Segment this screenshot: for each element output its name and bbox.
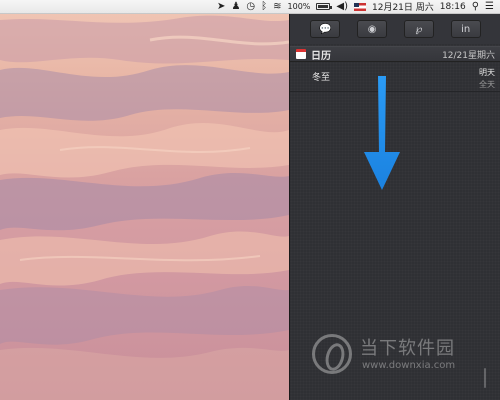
menubar-date[interactable]: 12月21日 周六 — [372, 0, 434, 14]
share-buttons-bar: 💬 ◉ ℘ in — [290, 14, 500, 44]
wifi-icon[interactable]: ≋ — [273, 0, 281, 14]
calendar-icon — [296, 49, 306, 59]
tencent-weibo-share-button[interactable]: ℘ — [403, 20, 434, 38]
volume-icon[interactable]: ◀) — [336, 0, 348, 14]
event-duration: 全天 — [479, 80, 495, 89]
event-day: 明天 — [479, 68, 495, 77]
menubar-time[interactable]: 18:16 — [440, 0, 466, 14]
watermark-title: 当下软件园 — [360, 338, 455, 359]
calendar-section-header[interactable]: 日历 12/21星期六 — [290, 46, 500, 62]
time-machine-icon[interactable]: ◷ — [246, 0, 255, 14]
event-title: 冬至 — [312, 73, 331, 83]
input-source-flag-icon[interactable] — [354, 0, 366, 14]
linkedin-share-button[interactable]: in — [450, 20, 481, 38]
down-arrow-annotation — [364, 76, 400, 190]
battery-icon[interactable] — [316, 0, 333, 14]
battery-percent[interactable]: 100% — [288, 0, 311, 14]
watermark-url: www.downxia.com — [362, 360, 456, 371]
messages-share-button[interactable]: 💬 — [310, 20, 341, 38]
menu-bar: ➤ ♟ ◷ ᛒ ≋ 100% ◀) 12月21日 周六 18:16 ⚲ ☰ — [0, 0, 500, 14]
forward-arrow-icon[interactable]: ➤ — [217, 0, 225, 14]
weibo-icon: ◉ — [367, 23, 377, 35]
sand-dunes-image — [0, 15, 289, 400]
linkedin-icon: in — [461, 23, 471, 35]
spotlight-search-icon[interactable]: ⚲ — [472, 0, 479, 14]
notification-center-icon[interactable]: ☰ — [485, 0, 494, 14]
messages-icon: 💬 — [319, 23, 332, 35]
calendar-section-date: 12/21星期六 — [442, 50, 495, 61]
bluetooth-icon[interactable]: ᛒ — [261, 0, 267, 14]
calendar-section-title: 日历 — [311, 50, 331, 62]
weibo-share-button[interactable]: ◉ — [357, 20, 388, 38]
watermark: 当下软件园 www.downxia.com — [312, 332, 492, 382]
panel-scroll-indicator[interactable] — [484, 368, 486, 388]
tencent-weibo-icon: ℘ — [415, 23, 423, 35]
qq-penguin-icon[interactable]: ♟ — [231, 0, 240, 14]
desktop-wallpaper — [0, 0, 289, 400]
watermark-logo-icon — [312, 334, 352, 374]
